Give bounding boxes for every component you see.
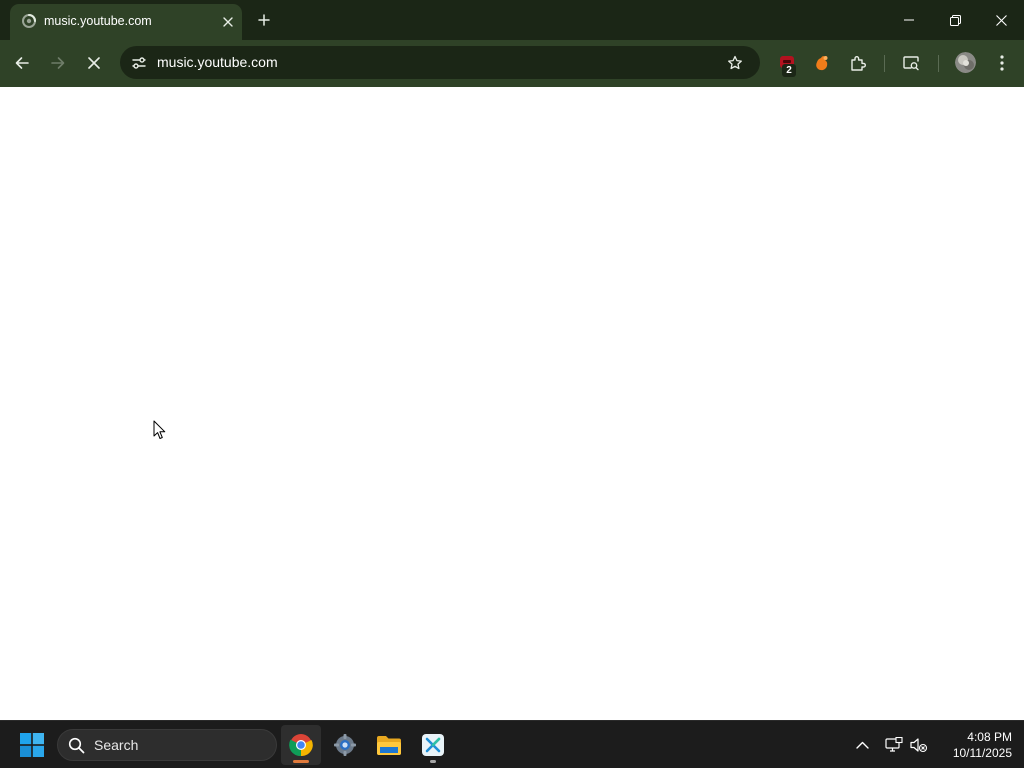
close-icon [88, 57, 100, 69]
chrome-icon [289, 734, 313, 757]
tune-icon [132, 57, 146, 69]
search-icon [68, 737, 85, 754]
close-window-button[interactable] [978, 0, 1024, 40]
tray-overflow-button[interactable] [850, 733, 874, 757]
plus-icon [258, 14, 270, 26]
arrow-right-icon [51, 57, 65, 69]
tray-volume-button[interactable] [907, 733, 931, 757]
stop-loading-button[interactable] [80, 49, 108, 77]
taskbar-clock[interactable]: 4:08 PM 10/11/2025 [936, 729, 1012, 761]
extension-orange-icon [816, 56, 828, 71]
page-content [0, 87, 1024, 720]
new-tab-button[interactable] [252, 8, 276, 32]
tab-close-button[interactable] [218, 12, 238, 32]
tray-network-button[interactable] [882, 733, 906, 757]
clock-date: 10/11/2025 [952, 746, 1012, 760]
taskbar-app-chrome[interactable] [281, 725, 321, 765]
site-info-button[interactable] [126, 50, 152, 76]
active-app-indicator [293, 760, 309, 763]
settings-gear-icon [334, 734, 356, 756]
taskbar-app-file-explorer[interactable] [369, 725, 409, 765]
tab-search-button[interactable] [897, 49, 925, 77]
folder-icon [377, 736, 401, 755]
mouse-cursor-icon [153, 420, 166, 439]
windows-logo-icon [20, 733, 44, 757]
start-button[interactable] [12, 725, 52, 765]
kebab-menu-icon [1000, 55, 1004, 71]
clock-time: 4:08 PM [967, 730, 1012, 744]
toolbar-separator [884, 55, 885, 72]
taskbar-app-remote[interactable] [413, 725, 453, 765]
x-app-icon [422, 734, 444, 756]
browser-toolbar: music.youtube.com 2 [0, 40, 1024, 87]
avatar-icon [955, 52, 976, 73]
extension-red-button[interactable]: 2 [773, 49, 801, 77]
url-text[interactable]: music.youtube.com [157, 54, 278, 71]
profile-button[interactable] [955, 52, 976, 73]
close-icon [995, 14, 1007, 26]
restore-button[interactable] [932, 0, 978, 40]
toolbar-separator [938, 55, 939, 72]
taskbar: Search 4:08 PM 10/11/2025 [0, 720, 1024, 768]
star-outline-icon [728, 55, 742, 70]
browser-tab[interactable]: music.youtube.com [10, 4, 242, 40]
forward-button[interactable] [44, 49, 72, 77]
restore-icon [949, 14, 961, 26]
network-icon [885, 737, 903, 752]
tab-title: music.youtube.com [44, 14, 152, 28]
minimize-button[interactable] [886, 0, 932, 40]
taskbar-app-settings[interactable] [325, 725, 365, 765]
loading-spinner-icon [22, 14, 36, 28]
back-button[interactable] [8, 49, 36, 77]
browser-title-bar: music.youtube.com [0, 0, 1024, 40]
close-icon [223, 17, 233, 27]
minimize-icon [904, 19, 914, 21]
extension-orange-button[interactable] [808, 49, 836, 77]
search-label: Search [94, 737, 139, 753]
taskbar-search-box[interactable]: Search [57, 729, 277, 761]
address-bar[interactable]: music.youtube.com [120, 46, 760, 79]
extensions-menu-button[interactable] [844, 49, 872, 77]
browser-menu-button[interactable] [988, 49, 1016, 77]
bookmark-button[interactable] [722, 50, 748, 76]
chevron-up-icon [855, 741, 869, 749]
arrow-left-icon [15, 57, 29, 69]
running-app-indicator [430, 760, 436, 763]
puzzle-icon [851, 56, 866, 71]
tab-search-icon [903, 56, 919, 71]
extension-badge: 2 [782, 64, 796, 77]
volume-muted-icon [910, 738, 928, 753]
